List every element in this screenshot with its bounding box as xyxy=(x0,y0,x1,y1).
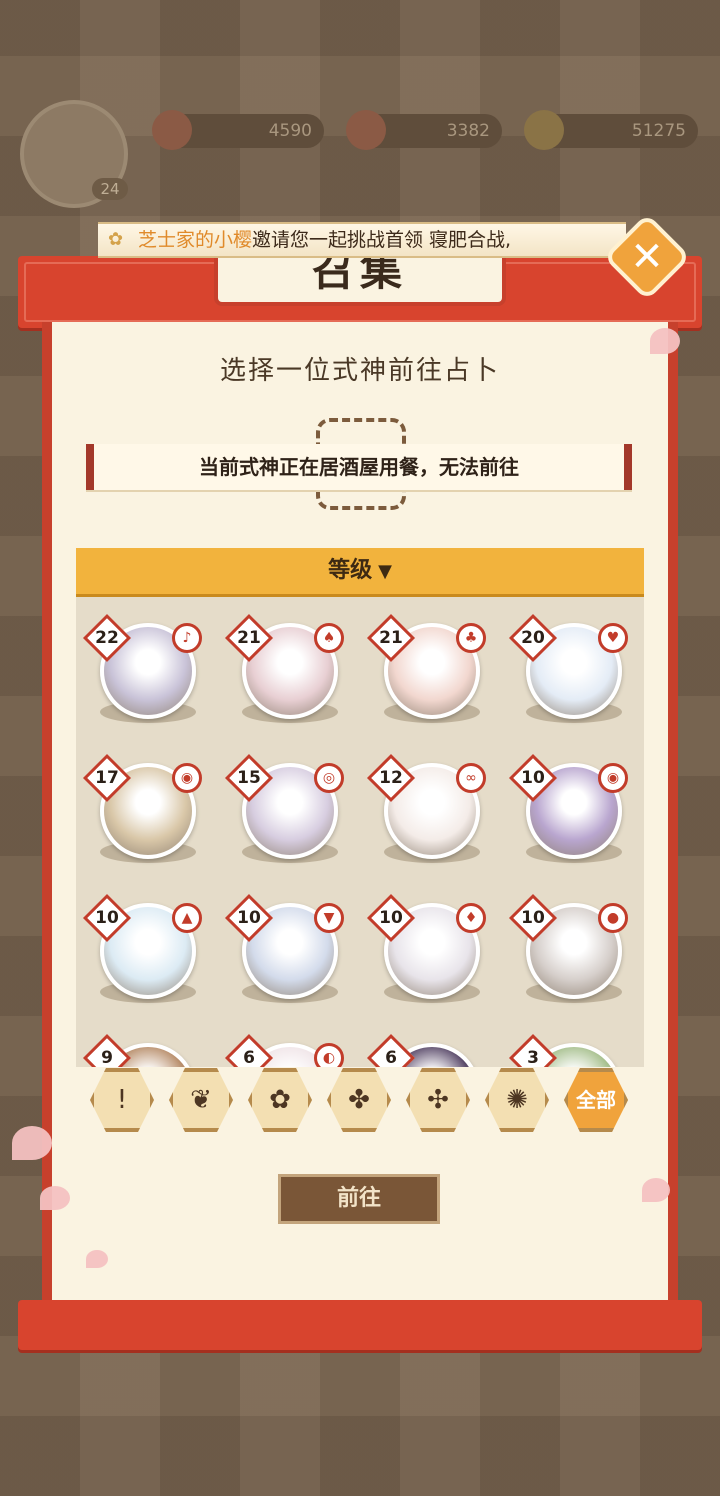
close-icon[interactable]: ✕ xyxy=(616,226,678,288)
filter-all-button[interactable]: 全部 xyxy=(564,1068,628,1132)
shikigami-level: 12 xyxy=(379,768,403,788)
scroll-bottom-roller xyxy=(18,1300,702,1350)
rarity-filter-button[interactable]: ✣ xyxy=(406,1068,470,1132)
resource-2: 3382 xyxy=(346,110,502,150)
petal-decoration xyxy=(40,1186,70,1210)
shikigami-level: 10 xyxy=(379,908,403,928)
resource-3: 51275 xyxy=(524,110,698,150)
skill-badge-icon: ♣ xyxy=(456,623,486,653)
petal-decoration xyxy=(86,1250,108,1268)
shikigami-card[interactable]: 6 ◐ xyxy=(222,1021,352,1067)
resource-1-value: 4590 xyxy=(268,121,312,141)
shikigami-card[interactable]: 3 xyxy=(506,1021,636,1067)
shikigami-grid: 22 ♪ 21 ♠ 21 ♣ 20 ♥ 17 ◉ 15 ◎ 12 ∞ 10 ◉ 10 ▲ 10 ▼ 10 ♦ 10 ● 9 6 ◐ 6… xyxy=(76,597,644,1067)
shikigami-card[interactable]: 10 ▲ xyxy=(80,881,210,1011)
resource-1: 4590 xyxy=(152,110,324,150)
rarity-filter-bar: ! ❦ ✿ ✤ ✣ ✺ 全部 xyxy=(90,1062,650,1142)
skill-badge-icon: ● xyxy=(598,903,628,933)
shikigami-card[interactable]: 20 ♥ xyxy=(506,601,636,731)
dialog-subtitle: 选择一位式神前往占卜 xyxy=(219,356,500,386)
skill-badge-icon: ▲ xyxy=(172,903,202,933)
inviter-name: 芝士家的小樱 xyxy=(138,229,253,251)
shikigami-card[interactable]: 10 ▼ xyxy=(222,881,352,1011)
player-level: 24 xyxy=(92,178,128,200)
shikigami-card[interactable]: 22 ♪ xyxy=(80,601,210,731)
skill-badge-icon: ♦ xyxy=(456,903,486,933)
shikigami-card[interactable]: 10 ◉ xyxy=(506,741,636,871)
skill-badge-icon: ▼ xyxy=(314,903,344,933)
go-button[interactable]: 前往 xyxy=(278,1174,440,1224)
magatama-icon xyxy=(346,110,386,150)
rarity-filter-button[interactable]: ✺ xyxy=(485,1068,549,1132)
shikigami-level: 15 xyxy=(237,768,261,788)
flower-coin-icon xyxy=(152,110,192,150)
shikigami-level: 10 xyxy=(521,908,545,928)
petal-decoration xyxy=(650,328,680,354)
shikigami-level: 17 xyxy=(95,768,119,788)
flower-icon: ✿ xyxy=(108,229,124,250)
status-notice: 当前式神正在居酒屋用餐，无法前往 xyxy=(86,444,632,490)
shikigami-card[interactable]: 12 ∞ xyxy=(364,741,494,871)
invite-message: 邀请您一起挑战首领 寝肥合战, xyxy=(252,229,512,251)
petal-decoration xyxy=(642,1178,670,1202)
shikigami-card[interactable]: 10 ● xyxy=(506,881,636,1011)
shikigami-card[interactable]: 15 ◎ xyxy=(222,741,352,871)
shikigami-level: 20 xyxy=(521,628,545,648)
skill-badge-icon: ♪ xyxy=(172,623,202,653)
skill-badge-icon: ∞ xyxy=(456,763,486,793)
resource-3-value: 51275 xyxy=(631,121,686,141)
skill-badge-icon: ◎ xyxy=(314,763,344,793)
petal-decoration xyxy=(12,1126,52,1160)
shikigami-level: 10 xyxy=(237,908,261,928)
shikigami-card[interactable]: 21 ♣ xyxy=(364,601,494,731)
shikigami-card[interactable]: 6 xyxy=(364,1021,494,1067)
sort-dropdown[interactable]: 等级 ▼ xyxy=(76,548,644,597)
shikigami-level: 21 xyxy=(237,628,261,648)
skill-badge-icon: ◉ xyxy=(598,763,628,793)
skill-badge-icon: ♠ xyxy=(314,623,344,653)
shikigami-card[interactable]: 21 ♠ xyxy=(222,601,352,731)
skill-badge-icon: ◉ xyxy=(172,763,202,793)
invite-banner[interactable]: ✿ 芝士家的小樱邀请您一起挑战首领 寝肥合战, xyxy=(98,222,626,258)
shikigami-level: 10 xyxy=(521,768,545,788)
shikigami-level: 10 xyxy=(95,908,119,928)
shikigami-card[interactable]: 9 xyxy=(80,1021,210,1067)
skill-badge-icon: ♥ xyxy=(598,623,628,653)
shikigami-card[interactable]: 17 ◉ xyxy=(80,741,210,871)
rarity-filter-button[interactable]: ! xyxy=(90,1068,154,1132)
chevron-down-icon: ▼ xyxy=(378,561,392,582)
sort-label: 等级 xyxy=(328,558,373,583)
resource-2-value: 3382 xyxy=(446,121,490,141)
rarity-filter-button[interactable]: ✤ xyxy=(327,1068,391,1132)
gold-coin-icon xyxy=(524,110,564,150)
shikigami-card[interactable]: 10 ♦ xyxy=(364,881,494,1011)
rarity-filter-button[interactable]: ✿ xyxy=(248,1068,312,1132)
rarity-filter-button[interactable]: ❦ xyxy=(169,1068,233,1132)
shikigami-level: 21 xyxy=(379,628,403,648)
shikigami-level: 22 xyxy=(95,628,119,648)
